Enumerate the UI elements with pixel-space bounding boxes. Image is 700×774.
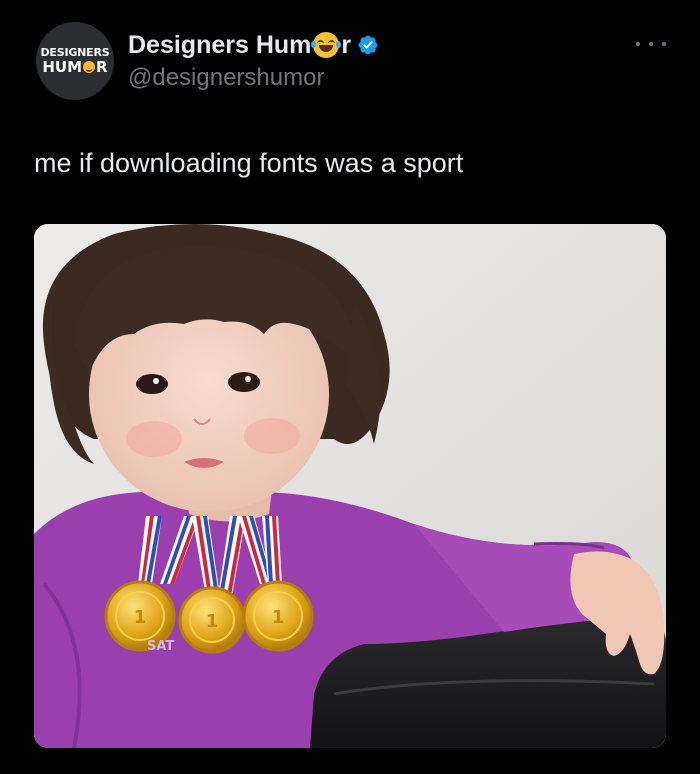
gold-medal-icon: 1 xyxy=(242,580,314,652)
laughing-face-icon xyxy=(83,61,96,73)
svg-text:1: 1 xyxy=(272,607,285,628)
display-name-tail: r xyxy=(341,30,352,59)
tweet-media-image[interactable]: 1 1 1 SAT xyxy=(34,224,666,748)
avatar[interactable]: DESIGNERS HUM R xyxy=(36,22,114,100)
shirt-print-text: SAT xyxy=(147,639,174,654)
avatar-text-bottom: HUM R xyxy=(42,59,107,75)
display-name-row[interactable]: Designers Hum r xyxy=(128,30,379,60)
meme-photo: 1 1 1 SAT xyxy=(34,224,666,748)
tweet-text: me if downloading fonts was a sport xyxy=(34,148,464,178)
verified-badge-icon xyxy=(358,35,378,55)
more-horizontal-icon[interactable] xyxy=(636,36,666,52)
tweet-post: DESIGNERS HUM R Designers Hum r @designe… xyxy=(0,0,700,774)
face-with-tears-of-joy-icon xyxy=(311,32,342,58)
svg-text:1: 1 xyxy=(134,607,147,628)
avatar-text-bottom-right: R xyxy=(96,58,108,76)
gold-medal-icon: 1 xyxy=(178,586,246,654)
avatar-text-bottom-left: HUM xyxy=(42,58,83,76)
display-name: Designers Hum xyxy=(128,30,312,59)
svg-text:1: 1 xyxy=(206,611,219,632)
handle[interactable]: @designershumor xyxy=(128,64,324,92)
